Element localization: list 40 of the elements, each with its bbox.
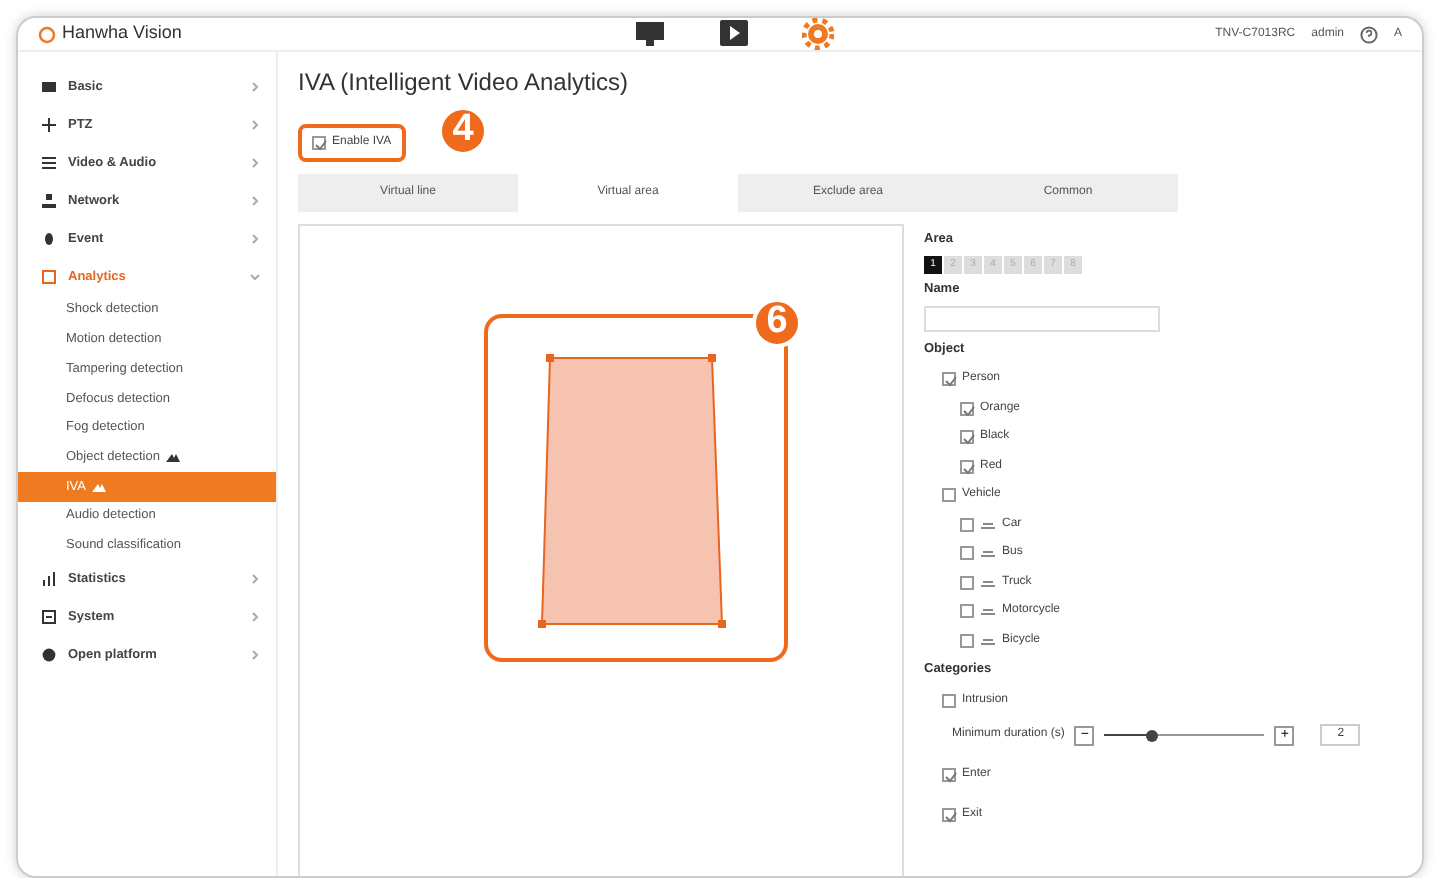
logo-icon[interactable] [38, 25, 56, 43]
chevron-icon [250, 234, 260, 244]
logo-text: Hanwha Vision [62, 20, 182, 47]
chevron-icon [250, 272, 260, 282]
slider-thumb[interactable] [1146, 729, 1159, 741]
playback-icon[interactable] [717, 18, 750, 50]
checkbox[interactable] [960, 546, 974, 560]
help-icon[interactable] [1359, 25, 1378, 43]
checkbox[interactable] [960, 459, 974, 473]
checkbox[interactable] [942, 808, 956, 822]
network-icon [42, 194, 56, 208]
step-number-badge: 6 [752, 298, 802, 348]
lines-icon [42, 156, 56, 170]
chevron-icon [250, 574, 260, 585]
circle-icon [42, 648, 56, 663]
settings-icon[interactable] [801, 18, 834, 50]
chevron-icon [250, 120, 260, 130]
chart-icon [42, 572, 56, 587]
checkbox[interactable] [942, 488, 956, 502]
chevron-icon [250, 650, 260, 661]
name-field[interactable] [924, 305, 1160, 331]
checkbox[interactable] [960, 604, 974, 618]
monitor-icon[interactable] [633, 18, 666, 50]
step-number-badge: 4 [438, 106, 488, 156]
chevron-icon [250, 196, 260, 206]
page-title: IVA (Intelligent Video Analytics) [298, 66, 630, 100]
checkbox[interactable] [942, 693, 956, 708]
chevron-icon [250, 82, 260, 92]
checkbox[interactable] [960, 401, 974, 415]
checkbox[interactable] [312, 136, 326, 150]
checkbox[interactable] [960, 430, 974, 444]
checkbox[interactable] [942, 372, 956, 386]
checkbox[interactable] [960, 517, 974, 531]
checkbox[interactable] [942, 768, 956, 782]
checkbox[interactable] [960, 633, 974, 647]
cross-icon [42, 118, 56, 132]
chevron-icon [250, 612, 260, 623]
chevron-icon [250, 158, 260, 168]
checkbox[interactable] [960, 575, 974, 589]
frame-icon [42, 270, 56, 284]
